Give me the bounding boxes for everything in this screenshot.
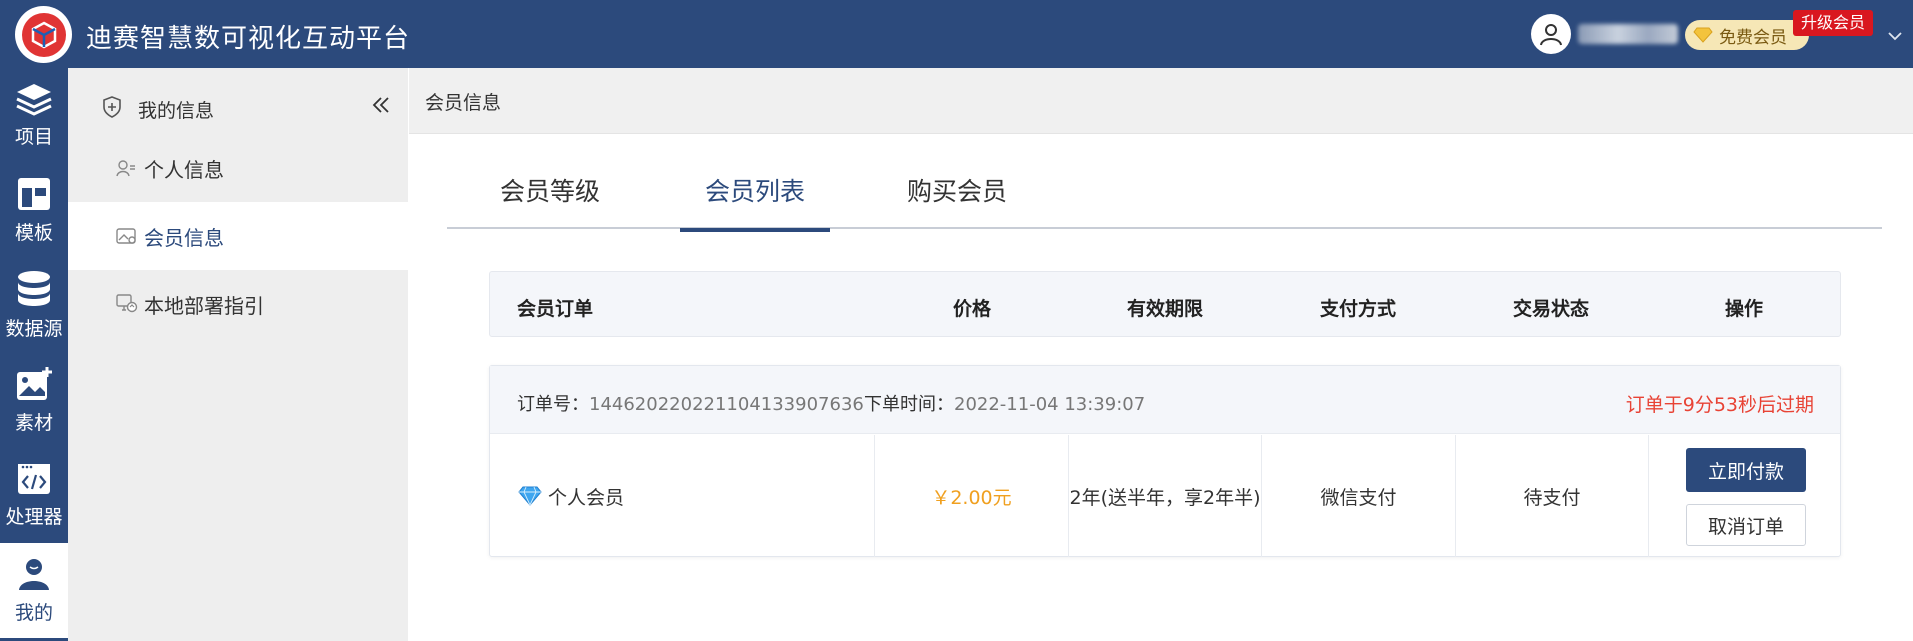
sub-sidebar: 我的信息 个人信息 会员信息 本地部署指引 bbox=[68, 68, 408, 641]
orders-table-header: 会员订单 价格 有效期限 支付方式 交易状态 操作 bbox=[489, 271, 1841, 337]
column-header-order: 会员订单 bbox=[517, 298, 594, 320]
subnav-item-local-deploy[interactable]: 本地部署指引 bbox=[68, 270, 408, 338]
order-card: 订单号：144620220221104133907636 下单时间：2022-1… bbox=[489, 365, 1841, 557]
order-validity: 2年(送半年，享2年半) bbox=[1069, 486, 1261, 509]
database-icon bbox=[18, 271, 50, 306]
user-icon bbox=[19, 559, 49, 590]
top-header: 迪赛智慧数可视化互动平台 免费会员 升级会员 bbox=[0, 0, 1913, 68]
user-avatar-icon[interactable] bbox=[1531, 14, 1571, 54]
nav-item-project[interactable]: 项目 bbox=[0, 68, 68, 163]
tab-buy-member[interactable]: 购买会员 bbox=[907, 172, 1007, 229]
order-header: 订单号：144620220221104133907636 下单时间：2022-1… bbox=[490, 366, 1840, 434]
order-product-name: 个人会员 bbox=[548, 486, 625, 509]
order-status: 待支付 bbox=[1523, 486, 1581, 509]
column-header-price: 价格 bbox=[953, 298, 992, 320]
subnav-item-label: 个人信息 bbox=[144, 158, 224, 182]
subnav-item-member-info[interactable]: 会员信息 bbox=[68, 202, 408, 270]
subnav-item-label: 本地部署指引 bbox=[144, 294, 264, 318]
column-header-status: 交易状态 bbox=[1513, 298, 1590, 320]
breadcrumb: 会员信息 bbox=[409, 68, 1913, 134]
tab-member-level[interactable]: 会员等级 bbox=[500, 172, 600, 229]
nav-item-material[interactable]: 素材 bbox=[0, 353, 68, 448]
free-member-label: 免费会员 bbox=[1719, 27, 1787, 48]
shield-plus-icon bbox=[102, 96, 122, 122]
nav-label: 数据源 bbox=[5, 318, 63, 340]
nav-label: 项目 bbox=[14, 126, 53, 148]
member-card-icon bbox=[116, 226, 138, 250]
nav-item-datasource[interactable]: 数据源 bbox=[0, 258, 68, 353]
user-card-icon bbox=[116, 158, 136, 182]
nav-item-mine[interactable]: 我的 bbox=[0, 543, 68, 638]
column-header-actions: 操作 bbox=[1725, 298, 1764, 320]
free-member-badge[interactable]: 免费会员 bbox=[1685, 20, 1809, 50]
table-row: 个人会员 ￥2.00元 2年(送半年，享2年半) 微信支付 待支付 立即付款 取… bbox=[490, 435, 1840, 557]
app-logo[interactable] bbox=[15, 6, 72, 63]
layers-icon bbox=[16, 84, 52, 116]
order-product-cell: 个人会员 bbox=[490, 435, 875, 557]
order-payment-method: 微信支付 bbox=[1320, 486, 1397, 509]
logo-cube-icon bbox=[21, 12, 66, 57]
nav-label: 素材 bbox=[14, 412, 53, 434]
image-add-icon bbox=[17, 367, 52, 400]
subnav-title: 我的信息 bbox=[138, 100, 215, 122]
column-header-payment: 支付方式 bbox=[1320, 298, 1397, 320]
app-title: 迪赛智慧数可视化互动平台 bbox=[86, 24, 411, 54]
nav-label: 模板 bbox=[14, 222, 53, 244]
order-status-cell: 待支付 bbox=[1456, 435, 1649, 557]
pay-now-button[interactable]: 立即付款 bbox=[1686, 448, 1806, 492]
order-price: ￥2.00元 bbox=[931, 486, 1012, 509]
order-time-label: 下单时间： bbox=[864, 394, 954, 415]
subnav-header: 我的信息 bbox=[68, 68, 408, 134]
nav-item-processor[interactable]: 处理器 bbox=[0, 448, 68, 543]
nav-label: 我的 bbox=[14, 602, 53, 624]
diamond-icon bbox=[1693, 27, 1713, 43]
subnav-item-label: 会员信息 bbox=[144, 226, 224, 250]
code-icon bbox=[18, 464, 50, 494]
order-number: 订单号：144620220221104133907636 bbox=[517, 390, 864, 416]
order-payment-cell: 微信支付 bbox=[1262, 435, 1456, 557]
breadcrumb-current: 会员信息 bbox=[425, 92, 502, 114]
order-time: 下单时间：2022-11-04 13:39:07 bbox=[864, 390, 1145, 416]
order-number-value: 144620220221104133907636 bbox=[589, 394, 864, 415]
user-name-blurred[interactable] bbox=[1578, 24, 1678, 44]
collapse-double-chevron-icon[interactable] bbox=[372, 96, 390, 118]
deploy-icon bbox=[116, 294, 138, 319]
order-number-label: 订单号： bbox=[517, 394, 589, 415]
subnav-item-personal-info[interactable]: 个人信息 bbox=[68, 134, 408, 202]
template-icon bbox=[18, 178, 50, 210]
nav-item-template[interactable]: 模板 bbox=[0, 163, 68, 258]
cancel-order-button[interactable]: 取消订单 bbox=[1686, 504, 1806, 546]
column-header-validity: 有效期限 bbox=[1127, 298, 1204, 320]
order-price-cell: ￥2.00元 bbox=[875, 435, 1069, 557]
order-time-value: 2022-11-04 13:39:07 bbox=[954, 394, 1146, 415]
order-expire-notice: 订单于9分53秒后过期 bbox=[1625, 394, 1814, 416]
member-tabs: 会员等级 会员列表 购买会员 bbox=[447, 172, 1882, 232]
upgrade-member-button[interactable]: 升级会员 bbox=[1793, 10, 1874, 36]
order-validity-cell: 2年(送半年，享2年半) bbox=[1069, 435, 1262, 557]
diamond-icon bbox=[518, 486, 542, 506]
nav-label: 处理器 bbox=[5, 506, 63, 528]
main-nav: 项目 模板 数据源 素材 处理器 我的 bbox=[0, 68, 68, 641]
tab-member-list[interactable]: 会员列表 bbox=[680, 172, 830, 232]
chevron-down-icon[interactable] bbox=[1888, 26, 1902, 45]
